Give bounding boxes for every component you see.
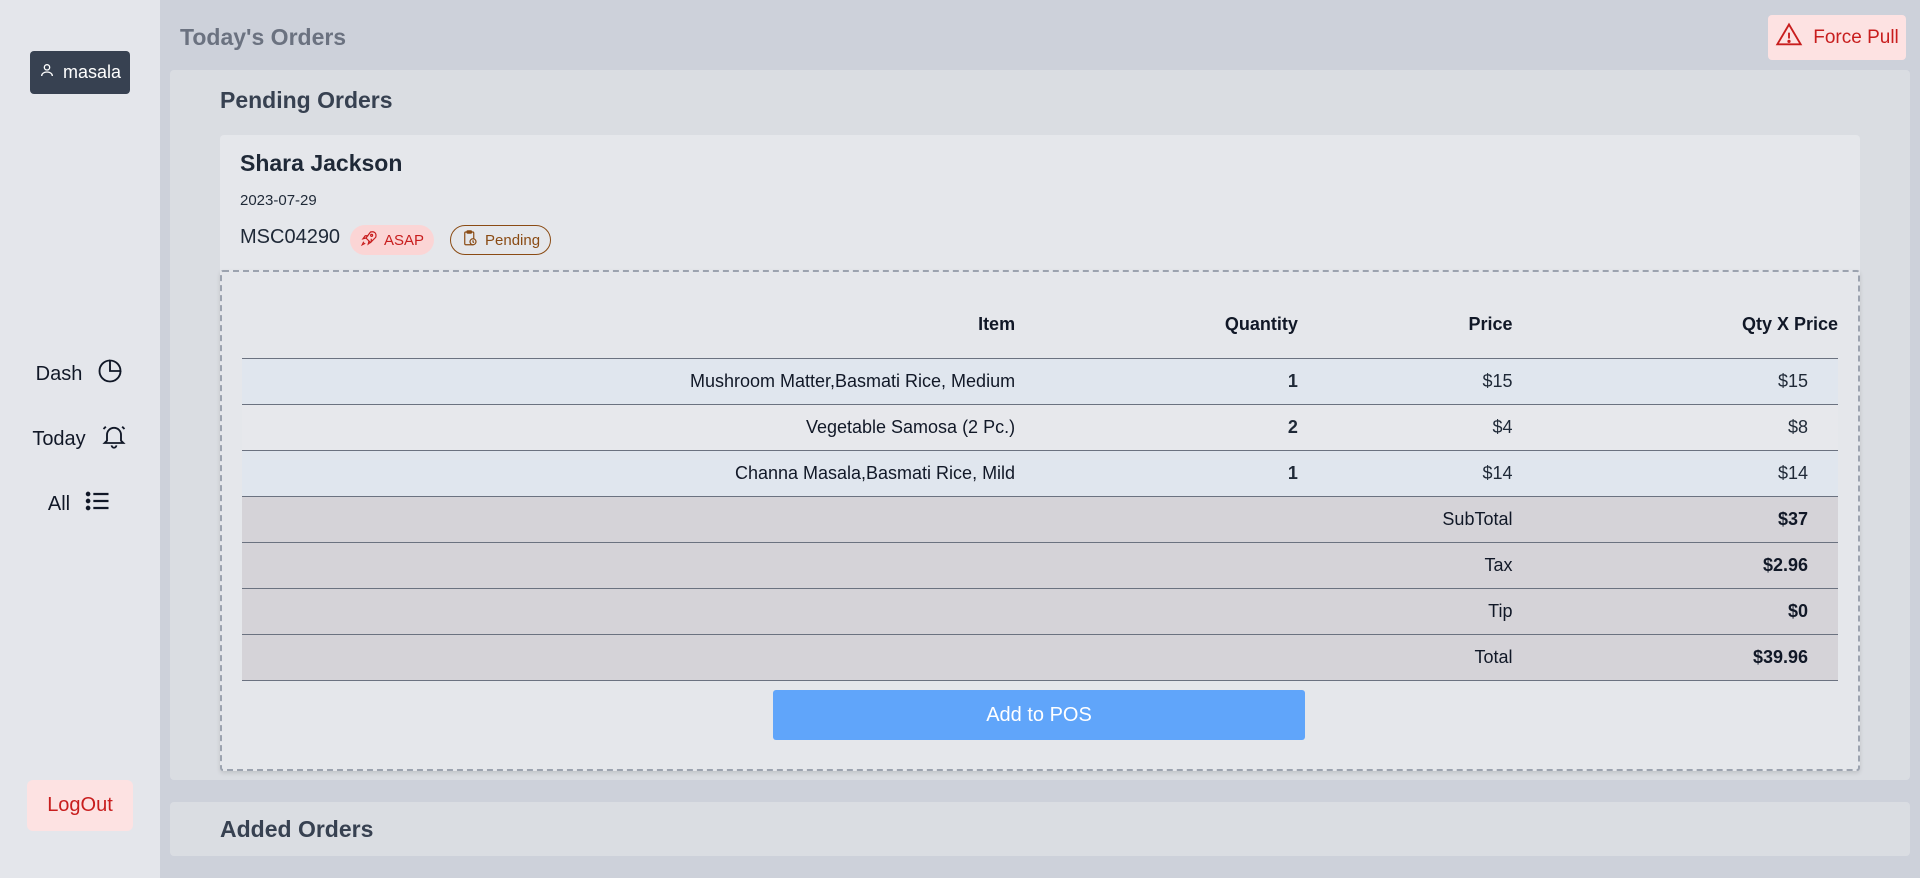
item-name: Mushroom Matter,Basmati Rice, Medium xyxy=(242,358,1016,405)
order-items-table: Item Quantity Price Qty X Price Mushroom… xyxy=(242,292,1838,681)
summary-row-tip: Tip $0 xyxy=(242,588,1838,635)
subtotal-value: $37 xyxy=(1512,496,1838,543)
logout-button[interactable]: LogOut xyxy=(27,780,133,831)
summary-row-subtotal: SubTotal $37 xyxy=(242,496,1838,543)
tip-value: $0 xyxy=(1512,588,1838,635)
pie-chart-icon xyxy=(96,357,124,391)
item-quantity: 1 xyxy=(1015,450,1298,497)
added-orders-title: Added Orders xyxy=(220,816,374,842)
summary-row-total: Total $39.96 xyxy=(242,634,1838,681)
sidebar-item-label: Today xyxy=(32,427,86,450)
user-icon xyxy=(39,62,55,83)
asap-badge: ASAP xyxy=(350,225,435,255)
item-name: Channa Masala,Basmati Rice, Mild xyxy=(242,450,1016,497)
item-line-total: $8 xyxy=(1512,404,1838,451)
sidebar-item-label: All xyxy=(47,492,71,515)
page-title: Today's Orders xyxy=(180,24,347,50)
item-price: $15 xyxy=(1297,358,1513,405)
summary-row-tax: Tax $2.96 xyxy=(242,542,1838,589)
table-row: Channa Masala,Basmati Rice, Mild 1 $14 $… xyxy=(242,450,1838,497)
customer-name: Shara Jackson xyxy=(240,150,403,176)
list-icon xyxy=(84,487,112,521)
order-date: 2023-07-29 xyxy=(240,192,317,209)
table-row: Vegetable Samosa (2 Pc.) 2 $4 $8 xyxy=(242,404,1838,451)
bell-icon xyxy=(100,422,128,456)
column-header-price: Price xyxy=(1297,292,1513,359)
sidebar-item-all[interactable]: All xyxy=(0,484,160,524)
tax-label: Tax xyxy=(1297,542,1513,589)
force-pull-button[interactable]: Force Pull xyxy=(1768,15,1906,60)
tax-value: $2.96 xyxy=(1512,542,1838,589)
total-label: Total xyxy=(1297,634,1513,681)
item-quantity: 2 xyxy=(1015,404,1298,451)
order-id: MSC04290 xyxy=(240,226,341,248)
sidebar: masala Dash Today All LogOut xyxy=(0,0,160,878)
table-row: Mushroom Matter,Basmati Rice, Medium 1 $… xyxy=(242,358,1838,405)
rocket-icon xyxy=(360,229,378,251)
pending-orders-section: Pending Orders Shara Jackson 2023-07-29 … xyxy=(170,70,1910,780)
sidebar-item-label: Dash xyxy=(35,362,83,385)
column-header-quantity: Quantity xyxy=(1015,292,1298,359)
pending-orders-title: Pending Orders xyxy=(220,87,393,113)
status-label: Pending xyxy=(485,231,541,249)
item-name: Vegetable Samosa (2 Pc.) xyxy=(242,404,1016,451)
sidebar-item-today[interactable]: Today xyxy=(0,419,160,459)
table-header-row: Item Quantity Price Qty X Price xyxy=(242,292,1838,359)
user-button[interactable]: masala xyxy=(30,51,130,94)
clipboard-clock-icon xyxy=(461,229,479,251)
total-value: $39.96 xyxy=(1512,634,1838,681)
user-label: masala xyxy=(62,62,122,82)
item-price: $4 xyxy=(1297,404,1513,451)
subtotal-label: SubTotal xyxy=(1297,496,1513,543)
item-quantity: 1 xyxy=(1015,358,1298,405)
warning-icon xyxy=(1775,21,1803,55)
item-price: $14 xyxy=(1297,450,1513,497)
item-line-total: $14 xyxy=(1512,450,1838,497)
sidebar-item-dash[interactable]: Dash xyxy=(0,354,160,394)
added-orders-section: Added Orders xyxy=(170,802,1910,856)
item-line-total: $15 xyxy=(1512,358,1838,405)
column-header-item: Item xyxy=(242,292,1016,359)
force-pull-label: Force Pull xyxy=(1813,26,1899,48)
column-header-qty-x-price: Qty X Price xyxy=(1512,292,1838,359)
asap-label: ASAP xyxy=(384,231,425,249)
order-items-box: Item Quantity Price Qty X Price Mushroom… xyxy=(220,270,1860,771)
status-badge: Pending xyxy=(450,225,552,255)
add-to-pos-button[interactable]: Add to POS xyxy=(773,690,1305,740)
tip-label: Tip xyxy=(1297,588,1513,635)
order-card: Shara Jackson 2023-07-29 MSC04290 ASAP P… xyxy=(220,135,1860,771)
